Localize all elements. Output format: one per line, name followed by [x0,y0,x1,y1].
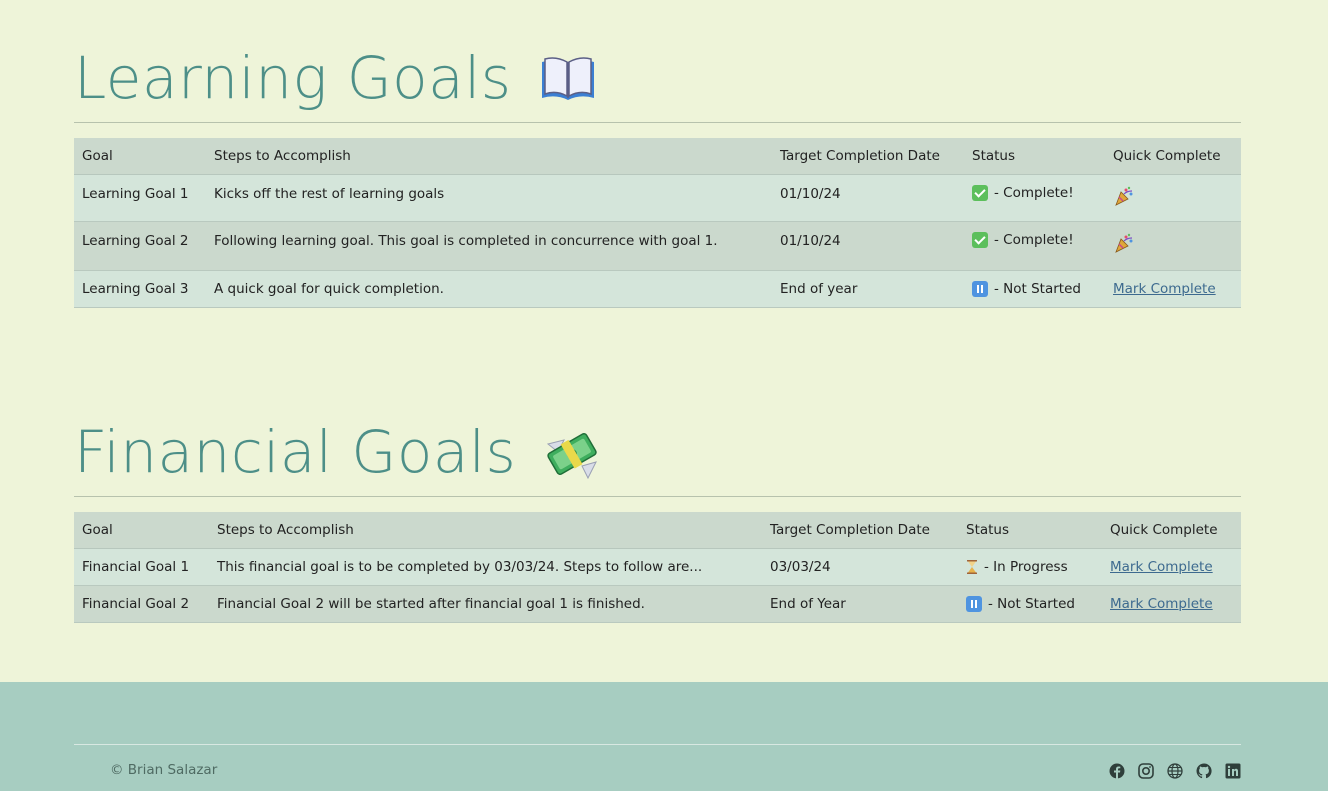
column-header: Status [958,512,1102,549]
date-cell: 03/03/24 [762,548,958,586]
learning-goals-table: Goal Steps to Accomplish Target Completi… [74,138,1241,308]
goal-cell: Financial Goal 1 [74,548,209,586]
financial-goals-section: Financial Goals Goal Steps to Accomplish… [74,414,1241,623]
date-cell: End of Year [762,585,958,623]
goal-cell: Financial Goal 2 [74,585,209,623]
column-header: Quick Complete [1102,512,1241,549]
learning-divider [74,122,1241,123]
financial-divider [74,496,1241,497]
table-row: Learning Goal 2 Following learning goal.… [74,221,1241,271]
quick-complete-cell: Mark Complete [1102,548,1241,586]
date-cell: End of year [772,270,964,308]
money-with-wings-icon [542,422,602,482]
table-row: Learning Goal 1 Kicks off the rest of le… [74,174,1241,222]
date-cell: 01/10/24 [772,221,964,271]
status-text: - Complete! [994,185,1074,201]
column-header: Goal [74,138,206,175]
table-row: Financial Goal 2 Financial Goal 2 will b… [74,585,1241,623]
column-header: Steps to Accomplish [206,138,772,175]
table-header-row: Goal Steps to Accomplish Target Completi… [74,138,1241,175]
facebook-icon[interactable] [1109,763,1125,779]
table-row: Learning Goal 3 A quick goal for quick c… [74,270,1241,308]
column-header: Quick Complete [1105,138,1241,175]
check-icon [972,185,988,201]
social-links [1109,763,1241,779]
page-footer: © Brian Salazar [0,682,1328,791]
financial-goals-table: Goal Steps to Accomplish Target Completi… [74,512,1241,623]
mark-complete-link[interactable]: Mark Complete [1113,281,1216,297]
open-book-icon [538,48,598,108]
status-text: - Complete! [994,232,1074,248]
status-text: - Not Started [988,596,1075,612]
status-cell: - Not Started [958,585,1102,623]
quick-complete-cell: Mark Complete [1105,270,1241,308]
status-cell: - In Progress [958,548,1102,586]
steps-cell: Following learning goal. This goal is co… [206,221,772,271]
column-header: Status [964,138,1105,175]
status-text: - In Progress [984,559,1068,575]
copyright-text: © Brian Salazar [110,762,218,778]
steps-cell: Kicks off the rest of learning goals [206,174,772,222]
table-header-row: Goal Steps to Accomplish Target Completi… [74,512,1241,549]
steps-cell: Financial Goal 2 will be started after f… [209,585,762,623]
status-cell: - Complete! [964,221,1105,271]
status-cell: - Not Started [964,270,1105,308]
column-header: Goal [74,512,209,549]
table-row: Financial Goal 1 This financial goal is … [74,548,1241,586]
party-popper-icon [1113,232,1135,254]
quick-complete-cell [1105,174,1241,222]
status-cell: - Complete! [964,174,1105,222]
mark-complete-link[interactable]: Mark Complete [1110,596,1213,612]
status-text: - Not Started [994,281,1081,297]
goal-cell: Learning Goal 2 [74,221,206,271]
hourglass-icon [966,560,978,574]
goal-cell: Learning Goal 3 [74,270,206,308]
quick-complete-cell [1105,221,1241,271]
column-header: Target Completion Date [762,512,958,549]
steps-cell: A quick goal for quick completion. [206,270,772,308]
instagram-icon[interactable] [1138,763,1154,779]
steps-cell: This financial goal is to be completed b… [209,548,762,586]
financial-title-row: Financial Goals [74,414,1241,490]
globe-icon[interactable] [1167,763,1183,779]
quick-complete-cell: Mark Complete [1102,585,1241,623]
column-header: Target Completion Date [772,138,964,175]
financial-goals-title: Financial Goals [74,418,517,486]
learning-goals-title: Learning Goals [74,44,512,112]
column-header: Steps to Accomplish [209,512,762,549]
learning-goals-section: Learning Goals Goal Steps to Accomplish … [74,40,1241,308]
goal-cell: Learning Goal 1 [74,174,206,222]
github-icon[interactable] [1196,763,1212,779]
mark-complete-link[interactable]: Mark Complete [1110,559,1213,575]
pause-icon [966,596,982,612]
footer-divider [74,744,1241,745]
check-icon [972,232,988,248]
party-popper-icon [1113,185,1135,207]
learning-title-row: Learning Goals [74,40,1241,116]
linkedin-icon[interactable] [1225,763,1241,779]
date-cell: 01/10/24 [772,174,964,222]
pause-icon [972,281,988,297]
